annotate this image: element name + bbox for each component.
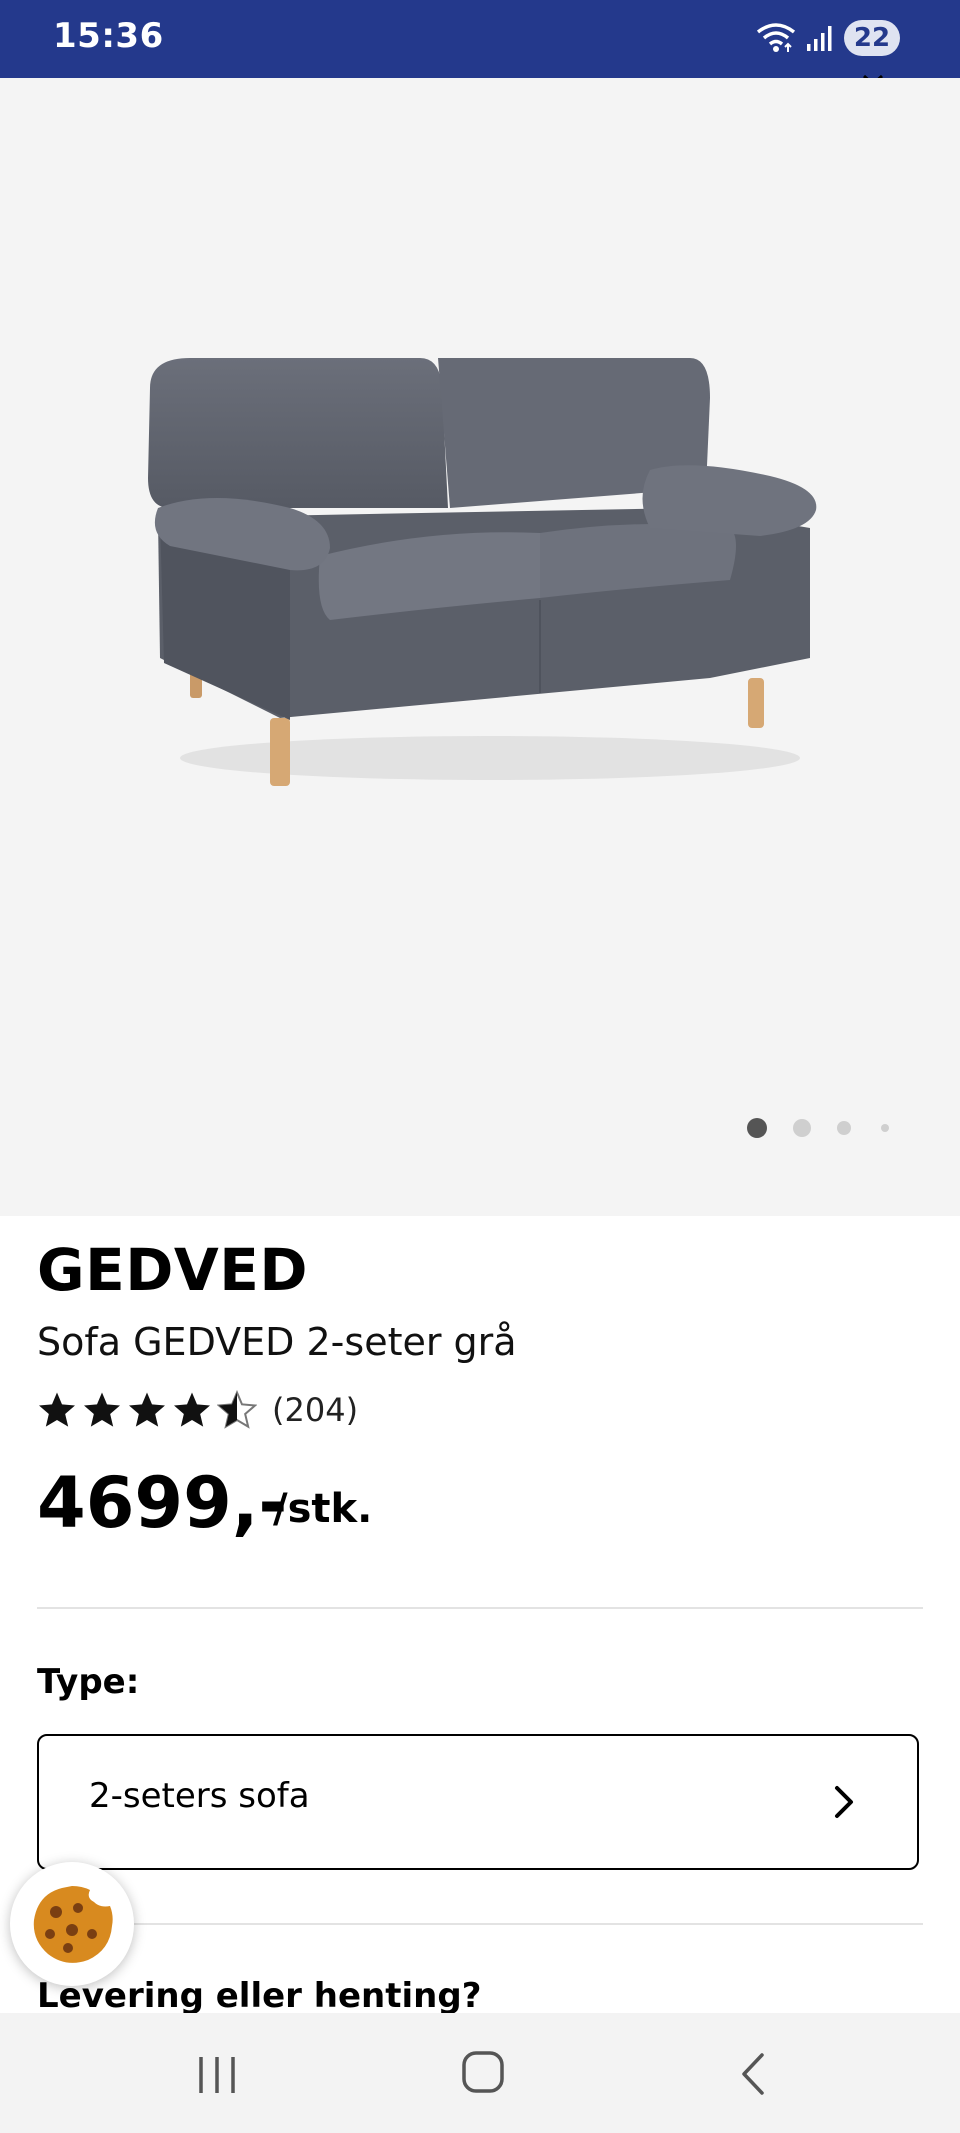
status-bar: 15:36 22: [0, 0, 960, 78]
type-selected-value: 2-seters sofa: [89, 1776, 310, 1816]
product-image: [148, 358, 817, 786]
battery-icon: 22: [844, 20, 900, 56]
cookie-settings-button[interactable]: [10, 1862, 134, 1986]
product-price: 4699,-: [37, 1462, 288, 1544]
price-unit: /stk.: [273, 1486, 373, 1532]
pagination-dot-active[interactable]: [747, 1118, 767, 1138]
product-image-gallery[interactable]: [0, 78, 960, 1216]
star-icon: [39, 1392, 75, 1427]
pagination-dot[interactable]: [837, 1121, 851, 1135]
home-button[interactable]: [460, 2049, 506, 2095]
signal-icon: [807, 26, 832, 51]
product-rating[interactable]: (204): [37, 1390, 358, 1430]
status-time: 15:36: [53, 16, 164, 56]
chevron-right-icon: [835, 1786, 853, 1818]
gallery-pagination: [747, 1118, 915, 1138]
delivery-heading: Levering eller henting?: [37, 1976, 482, 2016]
star-icon: [84, 1392, 120, 1427]
navigation-bar: [0, 2013, 960, 2133]
type-label: Type:: [37, 1662, 140, 1702]
product-name: Sofa GEDVED 2-seter grå: [37, 1320, 517, 1364]
pagination-dot[interactable]: [793, 1119, 811, 1137]
product-brand: GEDVED: [37, 1236, 309, 1304]
wifi-icon: [756, 23, 796, 52]
divider: [37, 1923, 923, 1925]
status-icons: 22: [756, 18, 900, 58]
type-selector[interactable]: 2-seters sofa: [37, 1734, 919, 1870]
review-count[interactable]: (204): [272, 1391, 358, 1429]
half-star-icon: [217, 1390, 257, 1429]
star-icon: [129, 1392, 165, 1427]
recent-apps-button[interactable]: [195, 2053, 239, 2097]
pagination-dot[interactable]: [881, 1124, 889, 1132]
back-button[interactable]: [736, 2051, 770, 2097]
cookie-icon: [33, 1886, 113, 1963]
star-icon: [174, 1392, 210, 1427]
divider: [37, 1607, 923, 1609]
